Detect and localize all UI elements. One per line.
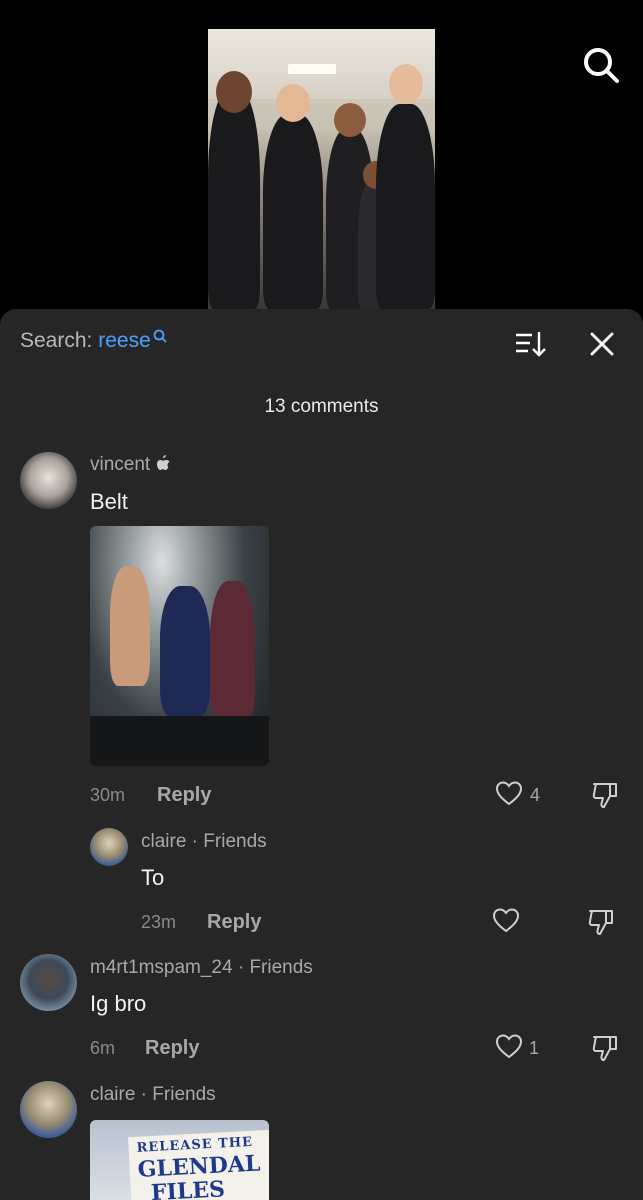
dislike-button[interactable] xyxy=(587,907,615,937)
comment-username[interactable]: vincent xyxy=(90,454,171,476)
search-button[interactable] xyxy=(581,45,621,85)
reply-button[interactable]: Reply xyxy=(207,911,261,934)
close-icon xyxy=(590,332,614,356)
media-person xyxy=(110,566,150,686)
avatar[interactable] xyxy=(20,954,77,1011)
heart-icon xyxy=(495,781,523,806)
like-button[interactable] xyxy=(492,907,522,937)
comment-username[interactable]: claire · Friends xyxy=(90,1084,216,1106)
comment-username-text: vincent xyxy=(90,454,151,475)
reply-button[interactable]: Reply xyxy=(145,1037,199,1060)
sort-icon xyxy=(516,332,546,357)
comments-sheet: Search: reese 13 comments vincent Belt 3… xyxy=(0,309,643,1200)
avatar[interactable] xyxy=(20,452,77,509)
search-icon[interactable] xyxy=(153,329,167,343)
video-area xyxy=(0,0,643,320)
reply-button[interactable]: Reply xyxy=(157,784,211,807)
like-count: 1 xyxy=(529,1038,540,1058)
search-term[interactable]: reese xyxy=(98,329,151,352)
sort-button[interactable] xyxy=(514,329,548,359)
media-ground xyxy=(90,716,269,766)
comment-text: Ig bro xyxy=(90,991,147,1016)
media-person xyxy=(160,586,210,716)
comment-text: Belt xyxy=(90,489,128,514)
comment-username[interactable]: m4rt1mspam_24 · Friends xyxy=(90,957,313,979)
comment-text: To xyxy=(141,865,165,890)
sign-text-line: FILES xyxy=(150,1176,226,1200)
avatar[interactable] xyxy=(90,828,128,866)
search-query: Search: reese xyxy=(20,329,167,353)
heart-icon xyxy=(495,1034,523,1059)
like-count: 4 xyxy=(530,785,541,805)
dislike-button[interactable] xyxy=(591,780,619,810)
video-ceiling-light xyxy=(288,64,336,74)
search-label: Search: xyxy=(20,329,93,352)
media-sign: RELEASE THE GLENDAL FILES xyxy=(128,1126,269,1200)
dislike-icon xyxy=(588,910,613,935)
like-button[interactable] xyxy=(495,1033,555,1063)
video-person xyxy=(263,84,323,309)
comment-time: 30m xyxy=(90,785,126,805)
search-icon xyxy=(584,48,619,83)
like-button[interactable] xyxy=(495,780,555,810)
video-person xyxy=(208,71,260,309)
media-person xyxy=(210,581,255,721)
dislike-icon xyxy=(592,783,617,808)
close-button[interactable] xyxy=(585,327,619,361)
comment-media[interactable]: RELEASE THE GLENDAL FILES xyxy=(90,1120,269,1200)
avatar[interactable] xyxy=(20,1081,77,1138)
video-thumbnail[interactable] xyxy=(208,29,435,309)
apple-icon xyxy=(157,455,171,470)
comment-username[interactable]: claire · Friends xyxy=(141,831,267,853)
heart-icon xyxy=(492,908,520,933)
dislike-button[interactable] xyxy=(591,1033,619,1063)
comment-count: 13 comments xyxy=(264,396,379,417)
comment-time: 23m xyxy=(141,912,177,932)
dislike-icon xyxy=(592,1036,617,1061)
video-person xyxy=(376,64,435,309)
comment-media[interactable] xyxy=(90,526,269,766)
comment-time: 6m xyxy=(90,1038,116,1058)
comments-header: Search: reese xyxy=(0,309,643,379)
